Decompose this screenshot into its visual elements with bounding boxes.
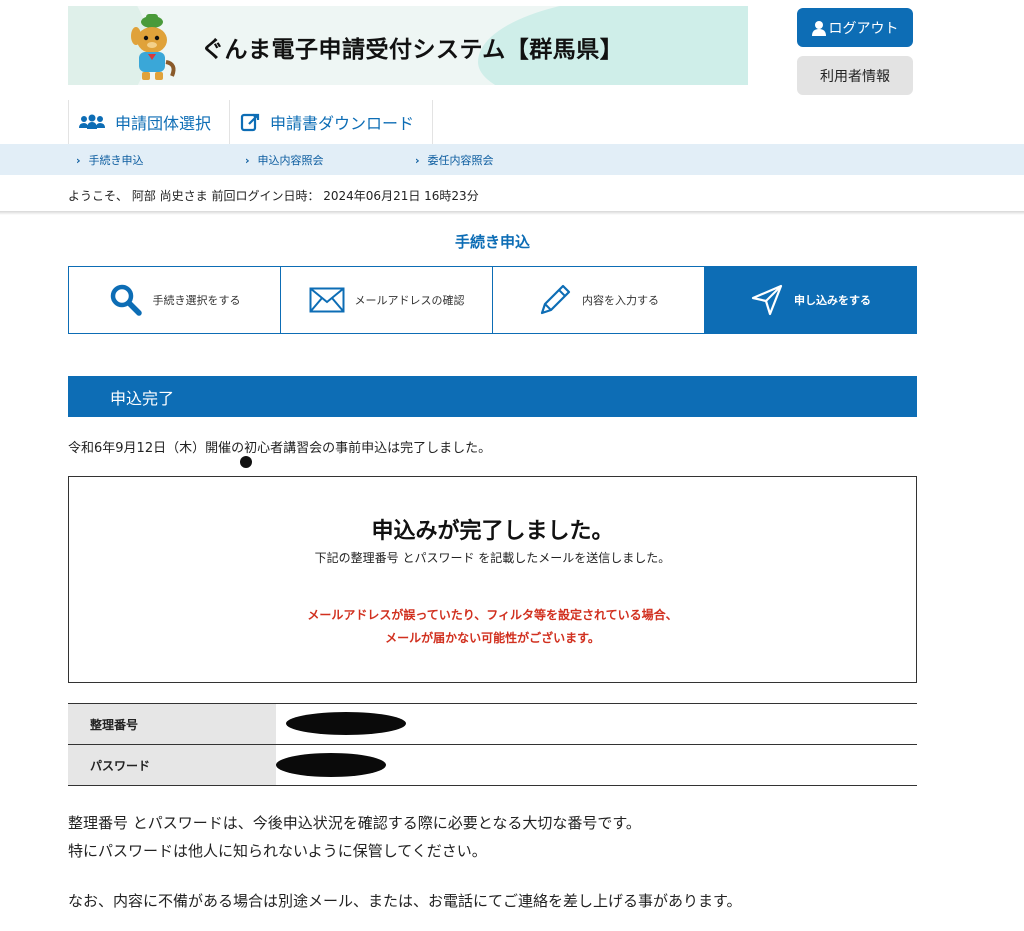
nav-item-label: 申請書ダウンロード bbox=[270, 114, 415, 133]
info-paragraph: 特にパスワードは他人に知られないように保管してください。 bbox=[68, 842, 487, 860]
subnav-link-label: 手続き申込 bbox=[88, 154, 144, 167]
redaction-mark bbox=[276, 753, 386, 777]
sub-nav: › 手続き申込 › 申込内容照会 › 委任内容照会 bbox=[0, 144, 1024, 175]
table-row: 整理番号 bbox=[68, 704, 917, 745]
step-label: 申し込みをする bbox=[794, 294, 871, 307]
step-label: 手続き選択をする bbox=[152, 294, 241, 307]
info-paragraph: 整理番号 とパスワードは、今後申込状況を確認する際に必要となる大切な番号です。 bbox=[68, 814, 641, 832]
logout-label: ログアウト bbox=[828, 20, 899, 37]
search-icon bbox=[110, 284, 142, 316]
section-header: 申込完了 bbox=[68, 376, 917, 417]
credentials-table: 整理番号 パスワード bbox=[68, 703, 917, 786]
mascot-logo[interactable] bbox=[122, 12, 178, 84]
pencil-icon bbox=[540, 284, 571, 315]
site-title: ぐんま電子申請受付システム【群馬県】 bbox=[201, 37, 624, 63]
group-icon bbox=[79, 114, 105, 129]
redaction-mark bbox=[286, 712, 406, 735]
header-banner: ぐんま電子申請受付システム【群馬県】 bbox=[68, 6, 748, 85]
page-title: 手続き申込 bbox=[454, 233, 530, 251]
subnav-link-apply[interactable]: › 手続き申込 bbox=[76, 152, 144, 168]
nav-item-download[interactable]: 申請書ダウンロード bbox=[229, 100, 434, 144]
chevron-right-icon: › bbox=[245, 154, 250, 167]
completion-heading: 申込みが完了しました。 bbox=[371, 519, 614, 544]
subnav-link-delegation[interactable]: › 委任内容照会 bbox=[415, 152, 494, 168]
header-divider bbox=[0, 211, 1024, 215]
progress-steps: 手続き選択をする メールアドレスの確認 内容を入力する 申し込みをする bbox=[68, 266, 917, 334]
nav-item-group-select[interactable]: 申請団体選択 bbox=[68, 100, 229, 144]
send-icon bbox=[751, 284, 783, 316]
warning-text: メールアドレスが誤っていたり、フィルタ等を設定されている場合、 bbox=[307, 608, 678, 622]
step-confirm-email: メールアドレスの確認 bbox=[281, 267, 493, 333]
row-label: パスワード bbox=[68, 745, 276, 785]
subnav-link-label: 委任内容照会 bbox=[427, 154, 494, 167]
password-value bbox=[276, 745, 917, 785]
cursor-dot bbox=[240, 456, 252, 468]
table-row: パスワード bbox=[68, 745, 917, 786]
step-enter-content: 内容を入力する bbox=[493, 267, 705, 333]
user-icon bbox=[811, 20, 826, 36]
subnav-link-label: 申込内容照会 bbox=[257, 154, 324, 167]
completion-subtext: 下記の整理番号 とパスワード を記載したメールを送信しました。 bbox=[314, 551, 671, 565]
completion-box: 申込みが完了しました。 下記の整理番号 とパスワード を記載したメールを送信しま… bbox=[68, 476, 917, 683]
step-select-procedure: 手続き選択をする bbox=[69, 267, 281, 333]
logout-button[interactable]: ログアウト bbox=[797, 8, 913, 47]
warning-text: メールが届かない可能性がございます。 bbox=[385, 631, 600, 645]
welcome-message: ようこそ、 阿部 尚史さま 前回ログイン日時： 2024年06月21日 16時2… bbox=[68, 189, 479, 203]
subnav-link-inquiry[interactable]: › 申込内容照会 bbox=[245, 152, 324, 168]
download-doc-icon bbox=[240, 113, 260, 132]
mail-icon bbox=[309, 287, 344, 313]
step-label: メールアドレスの確認 bbox=[354, 294, 465, 307]
chevron-right-icon: › bbox=[415, 154, 420, 167]
completion-notice: 令和6年9月12日（木）開催の初心者講習会の事前申込は完了しました。 bbox=[68, 441, 492, 456]
chevron-right-icon: › bbox=[76, 154, 81, 167]
top-nav: 申請団体選択 申請書ダウンロード bbox=[68, 100, 434, 144]
user-info-label: 利用者情報 bbox=[820, 68, 890, 85]
info-paragraph: なお、内容に不備がある場合は別途メール、または、お電話にてご連絡を差し上げる事が… bbox=[68, 892, 742, 910]
user-info-button[interactable]: 利用者情報 bbox=[797, 56, 913, 95]
reference-number-value bbox=[276, 704, 917, 744]
row-label: 整理番号 bbox=[68, 704, 276, 744]
step-label: 内容を入力する bbox=[582, 294, 659, 307]
nav-item-label: 申請団体選択 bbox=[115, 114, 212, 133]
step-submit: 申し込みをする bbox=[705, 267, 916, 333]
